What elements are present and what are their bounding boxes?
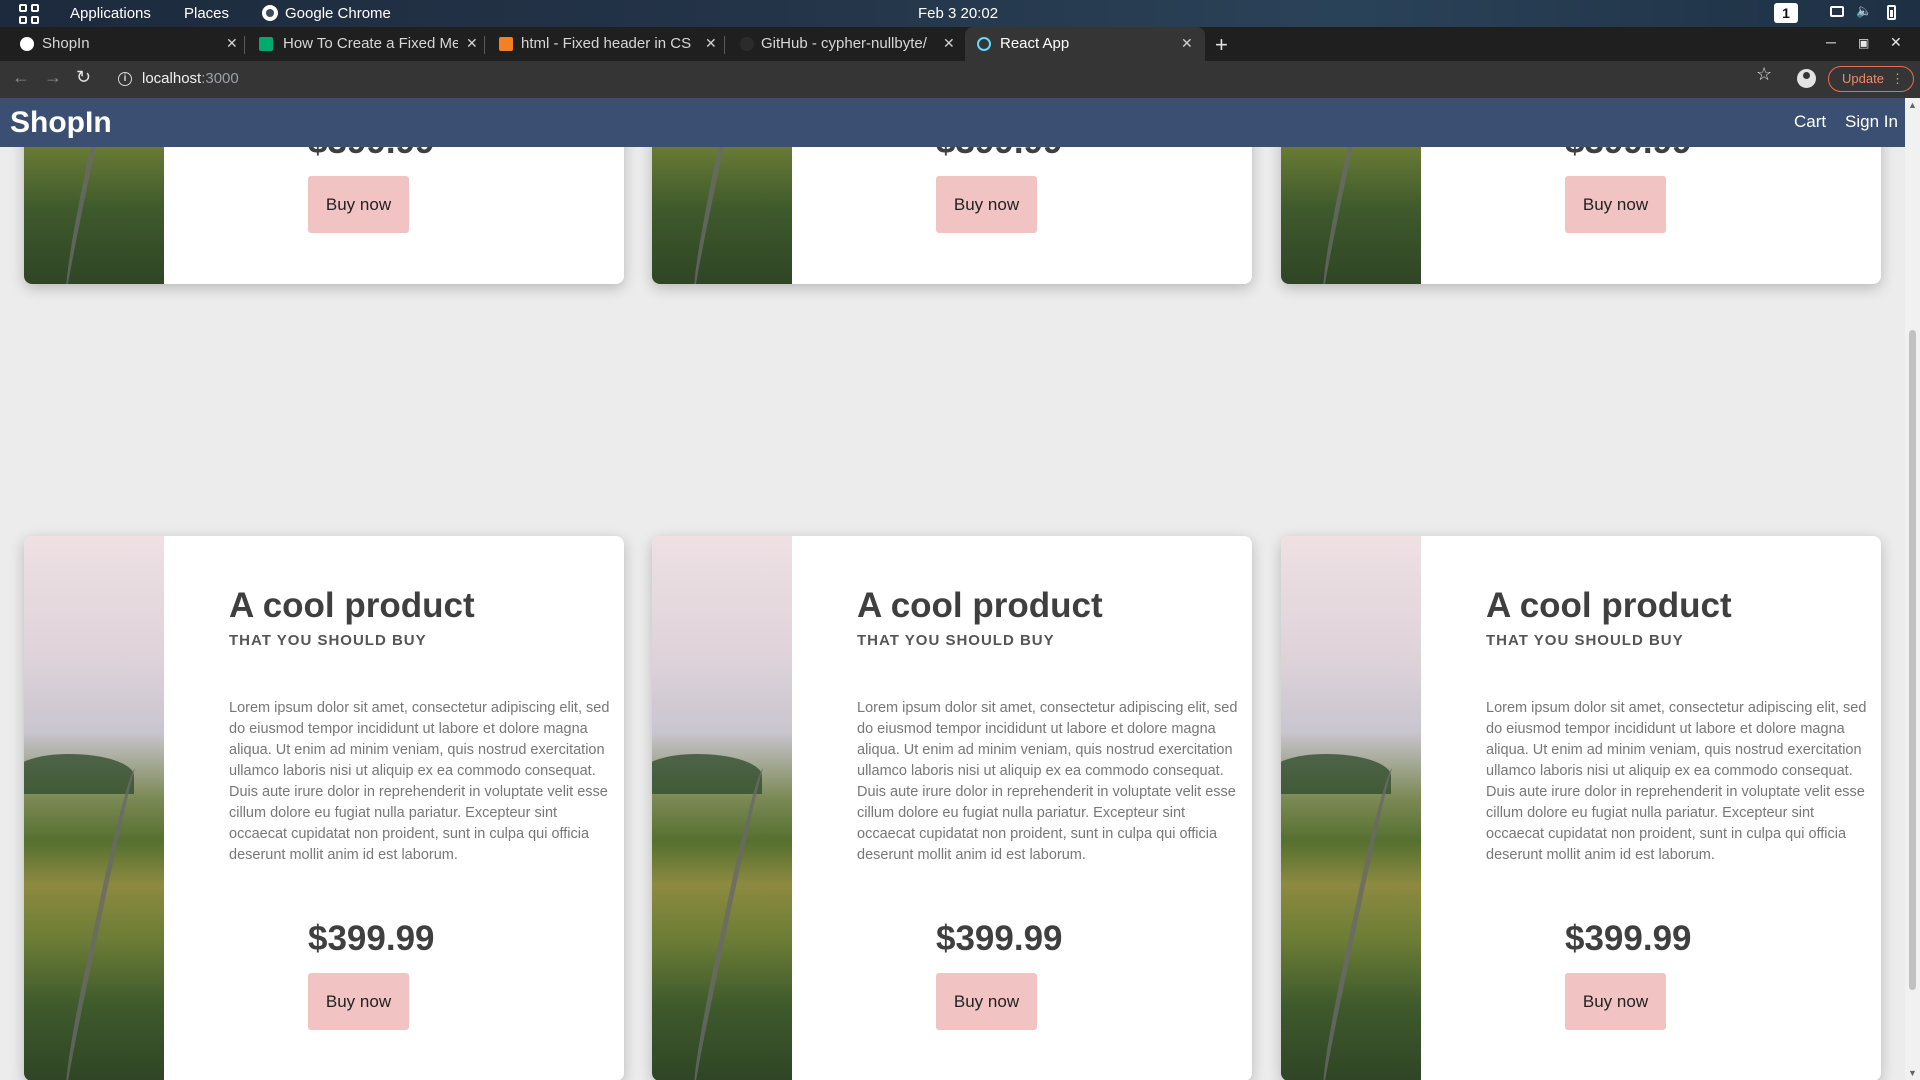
react-icon [977, 37, 991, 51]
bookmark-star-icon[interactable]: ☆ [1756, 64, 1772, 85]
brand-logo[interactable]: ShopIn [10, 106, 112, 140]
update-button[interactable]: Update ⋮ [1828, 66, 1914, 92]
page-viewport: ShopIn Cart Sign In A cool product THAT … [0, 98, 1920, 1080]
buy-now-button[interactable]: Buy now [936, 176, 1037, 233]
app-header: ShopIn Cart Sign In [0, 98, 1920, 147]
product-description: Lorem ipsum dolor sit amet, consectetur … [229, 700, 610, 863]
site-info-icon[interactable]: i [118, 72, 132, 86]
github-icon [740, 37, 754, 51]
display-icon[interactable] [1830, 6, 1844, 17]
product-price: $399.99 [1565, 919, 1692, 958]
maximize-icon[interactable]: ▣ [1858, 36, 1869, 50]
browser-toolbar: ← → ↻ i localhost:3000 [0, 61, 1920, 98]
product-subtitle: THAT YOU SHOULD BUY [857, 632, 1055, 649]
battery-icon[interactable] [1887, 5, 1896, 20]
url-port: :3000 [201, 70, 239, 87]
minimize-icon[interactable]: ─ [1826, 34, 1836, 50]
url-text[interactable]: localhost:3000 [142, 70, 239, 87]
reload-button[interactable]: ↻ [76, 67, 91, 88]
system-top-bar: Applications Places Google Chrome Feb 3 … [0, 0, 1920, 27]
back-button[interactable]: ← [12, 67, 30, 88]
volume-icon[interactable]: 🔈 [1856, 3, 1872, 18]
product-image [652, 536, 792, 1080]
product-description: Lorem ipsum dolor sit amet, consectetur … [857, 700, 1238, 863]
product-title: A cool product [229, 586, 475, 625]
applications-menu[interactable]: Applications [70, 5, 151, 22]
buy-now-button[interactable]: Buy now [308, 973, 409, 1030]
clock[interactable]: Feb 3 20:02 [918, 5, 998, 22]
tab-github[interactable]: GitHub - cypher-nullbyte/ ✕ [725, 27, 965, 61]
product-card: A cool product THAT YOU SHOULD BUY Lorem… [24, 536, 624, 1080]
product-image [1281, 536, 1421, 1080]
scroll-up-icon[interactable]: ▲ [1908, 100, 1917, 110]
product-price: $399.99 [936, 919, 1063, 958]
tab-title: html - Fixed header in CS [521, 35, 692, 52]
product-title: A cool product [857, 586, 1103, 625]
close-window-icon[interactable]: ✕ [1890, 34, 1902, 51]
scrollbar-thumb[interactable] [1909, 330, 1916, 990]
close-tab-icon[interactable]: ✕ [705, 35, 717, 52]
tab-title: ShopIn [42, 35, 90, 52]
tab-react-app[interactable]: React App ✕ [965, 27, 1205, 61]
scroll-down-icon[interactable]: ▼ [1908, 1068, 1917, 1078]
workspace-indicator[interactable]: 1 [1774, 3, 1798, 23]
globe-icon [20, 37, 34, 51]
product-description: Lorem ipsum dolor sit amet, consectetur … [1486, 700, 1867, 863]
product-title: A cool product [1486, 586, 1732, 625]
tab-stackoverflow[interactable]: html - Fixed header in CS ✕ [485, 27, 725, 61]
url-host: localhost [142, 70, 202, 87]
page-scrollbar[interactable]: ▲ ▼ [1905, 98, 1920, 1080]
close-tab-icon[interactable]: ✕ [466, 35, 478, 52]
active-app-label[interactable]: Google Chrome [285, 5, 391, 22]
buy-now-button[interactable]: Buy now [936, 973, 1037, 1030]
new-tab-button[interactable]: + [1215, 32, 1228, 58]
tab-shopin[interactable]: ShopIn ✕ [0, 27, 245, 61]
product-price: $399.99 [308, 919, 435, 958]
update-label: Update [1842, 71, 1884, 86]
address-bar[interactable]: i localhost:3000 [110, 65, 1780, 94]
more-icon: ⋮ [1891, 71, 1904, 86]
chrome-icon [262, 5, 278, 21]
sign-in-link[interactable]: Sign In [1845, 112, 1898, 132]
product-subtitle: THAT YOU SHOULD BUY [229, 632, 427, 649]
stackoverflow-icon [499, 37, 513, 51]
product-body: A cool product THAT YOU SHOULD BUY Lorem… [832, 536, 1237, 1080]
forward-button[interactable]: → [44, 67, 62, 88]
product-card: A cool product THAT YOU SHOULD BUY Lorem… [1281, 536, 1881, 1080]
tab-title: GitHub - cypher-nullbyte/ [761, 35, 927, 52]
product-image [24, 536, 164, 1080]
tab-title: How To Create a Fixed Me [283, 35, 458, 52]
tab-fixed-menu[interactable]: How To Create a Fixed Me ✕ [245, 27, 485, 61]
close-tab-icon[interactable]: ✕ [226, 35, 238, 52]
cart-link[interactable]: Cart [1794, 112, 1826, 132]
profile-icon[interactable] [1797, 69, 1816, 88]
product-body: A cool product THAT YOU SHOULD BUY Lorem… [204, 536, 609, 1080]
buy-now-button[interactable]: Buy now [308, 176, 409, 233]
product-subtitle: THAT YOU SHOULD BUY [1486, 632, 1684, 649]
w3schools-icon [259, 37, 273, 51]
tab-title: React App [1000, 35, 1070, 52]
close-tab-icon[interactable]: ✕ [943, 35, 955, 52]
product-card: A cool product THAT YOU SHOULD BUY Lorem… [652, 536, 1252, 1080]
buy-now-button[interactable]: Buy now [1565, 973, 1666, 1030]
product-body: A cool product THAT YOU SHOULD BUY Lorem… [1461, 536, 1866, 1080]
buy-now-button[interactable]: Buy now [1565, 176, 1666, 233]
close-tab-icon[interactable]: ✕ [1181, 35, 1193, 52]
tab-strip: ShopIn ✕ How To Create a Fixed Me ✕ html… [0, 27, 1920, 61]
app-grid-icon[interactable] [19, 4, 39, 24]
places-menu[interactable]: Places [184, 5, 229, 22]
